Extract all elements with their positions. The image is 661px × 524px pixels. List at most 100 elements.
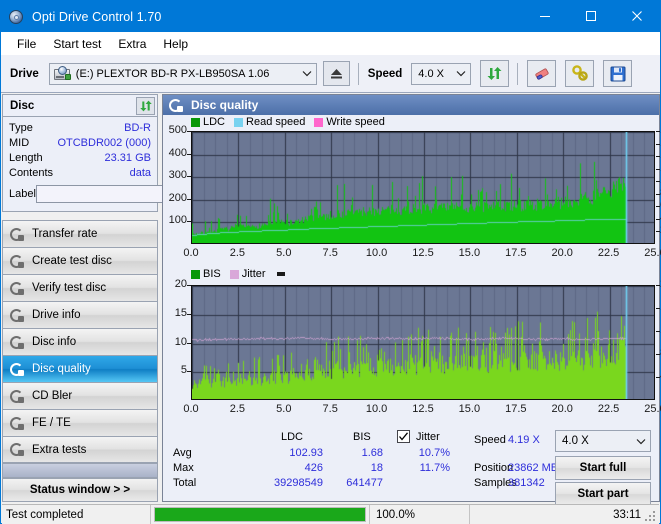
menu-item-help[interactable]: Help bbox=[155, 34, 197, 54]
y2-tick-mark bbox=[656, 181, 660, 182]
x-tick-label: 15.0 bbox=[458, 247, 481, 259]
legend-swatch-bis bbox=[191, 269, 200, 279]
sidebar-item-label: Disc info bbox=[32, 336, 77, 348]
x-tick-label: 10.0 bbox=[365, 247, 388, 259]
menu-bar: File Start test Extra Help bbox=[1, 32, 660, 55]
chevron-down-icon bbox=[452, 70, 470, 77]
ldc-chart-legend: LDC Read speed Write speed bbox=[191, 116, 390, 128]
stats-header-ldc: LDC bbox=[281, 431, 304, 443]
opti-drive-control-window: Opti Drive Control 1.70 File Start test … bbox=[0, 0, 661, 524]
disc-key-mid: MID bbox=[9, 136, 30, 149]
refresh-icon bbox=[487, 67, 502, 80]
speed-select-value: 4.0 X bbox=[418, 67, 444, 80]
speed-label: Speed bbox=[367, 67, 403, 80]
chevron-down-icon bbox=[632, 438, 650, 445]
sidebar-item-transfer-rate[interactable]: Transfer rate bbox=[2, 220, 158, 247]
x-tick-label: 7.5 bbox=[322, 403, 338, 415]
refresh-button[interactable] bbox=[480, 60, 510, 87]
resize-grip[interactable] bbox=[645, 511, 657, 523]
sidebar-item-label: Drive info bbox=[32, 309, 81, 321]
stats-row-label-avg: Avg bbox=[173, 447, 192, 459]
y2-tick-mark bbox=[656, 144, 660, 145]
close-icon[interactable] bbox=[614, 1, 660, 31]
stats-max-jitter: 11.7% bbox=[419, 462, 450, 474]
drive-select-value: (E:) PLEXTOR BD-R PX-LB950SA 1.06 bbox=[75, 67, 270, 80]
sidebar-item-cd-bler[interactable]: CD Bler bbox=[2, 382, 158, 409]
progress-bar-fill bbox=[155, 508, 365, 521]
stats-avg-jitter: 10.7% bbox=[418, 447, 450, 459]
sidebar-item-extra-tests[interactable]: Extra tests bbox=[2, 436, 158, 463]
y-tick-label: 100 bbox=[168, 214, 187, 227]
stats-total-bis: 641477 bbox=[346, 477, 383, 489]
y2-tick-mark bbox=[656, 194, 660, 195]
start-full-button[interactable]: Start full bbox=[555, 456, 651, 480]
stats-avg-bis: 1.68 bbox=[361, 447, 383, 459]
checkmark-icon bbox=[399, 432, 409, 441]
disc-key-label: Label bbox=[9, 188, 36, 200]
y2-tick-mark bbox=[656, 308, 660, 309]
start-part-button[interactable]: Start part bbox=[555, 482, 651, 506]
disc-value-type: BD-R bbox=[124, 121, 151, 134]
progress-percent: 100.0% bbox=[369, 504, 469, 524]
x-tick-label: 10.0 bbox=[365, 403, 388, 415]
y-tick-label: 300 bbox=[168, 169, 187, 182]
y-tick-mark bbox=[187, 154, 191, 155]
stats-max-ldc: 426 bbox=[304, 462, 323, 474]
jitter-checkbox[interactable] bbox=[397, 430, 410, 443]
ldc-plot-area bbox=[191, 131, 655, 244]
maximize-icon[interactable] bbox=[568, 1, 614, 31]
sidebar-item-label: Create test disc bbox=[32, 255, 112, 267]
sidebar-item-label: Disc quality bbox=[32, 363, 91, 375]
stats-speed-label: Speed bbox=[474, 434, 506, 446]
sidebar-item-fe-te[interactable]: FE / TE bbox=[2, 409, 158, 436]
sidebar-item-verify-test-disc[interactable]: Verify test disc bbox=[2, 274, 158, 301]
menu-item-extra[interactable]: Extra bbox=[110, 34, 155, 54]
disc-key-length: Length bbox=[9, 151, 43, 164]
x-tick-label: 0.0 bbox=[183, 247, 199, 259]
legend-entry-read-speed: Read speed bbox=[234, 116, 305, 128]
tools-button[interactable] bbox=[565, 60, 595, 87]
elapsed-time: 33:11 bbox=[469, 504, 659, 524]
status-window-button[interactable]: Status window > > bbox=[2, 478, 158, 502]
progress-cell bbox=[151, 505, 369, 524]
erase-button[interactable] bbox=[527, 60, 557, 87]
disc-panel-body: Type BD-R MID OTCBDR002 (000) Length 23.… bbox=[2, 117, 240, 212]
x-tick-label: 12.5 bbox=[412, 403, 434, 415]
sidebar-item-disc-info[interactable]: Disc info bbox=[2, 328, 158, 355]
x-tick-label: 17.5 bbox=[505, 403, 527, 415]
y2-tick-mark bbox=[656, 354, 660, 355]
x-tick-label: 12.5 bbox=[412, 247, 434, 259]
menu-item-start-test[interactable]: Start test bbox=[45, 34, 110, 54]
eject-button[interactable] bbox=[322, 61, 350, 86]
stats-avg-ldc: 102.93 bbox=[289, 447, 323, 459]
sidebar-item-create-test-disc[interactable]: Create test disc bbox=[2, 247, 158, 274]
x-tick-label: 17.5 bbox=[505, 247, 527, 259]
disc-row-mid: MID OTCBDR002 (000) bbox=[9, 135, 151, 150]
y2-tick-mark bbox=[656, 231, 660, 232]
disc-key-contents: Contents bbox=[9, 166, 54, 179]
y-tick-mark bbox=[187, 343, 191, 344]
x-tick-label: 7.5 bbox=[322, 247, 338, 259]
bis-chart: BIS Jitter 51015204%8%12%16%20%0.02.55.0… bbox=[163, 267, 661, 425]
disc-row-label: Label bbox=[9, 182, 240, 206]
drive-label: Drive bbox=[10, 67, 39, 80]
x-tick-label: 22.5 bbox=[597, 403, 620, 415]
stats-panel: LDC BIS Jitter Avg 102.93 1.68 10.7% Max… bbox=[163, 428, 659, 506]
disc-row-length: Length 23.31 GB bbox=[9, 150, 151, 165]
save-button[interactable] bbox=[603, 60, 633, 87]
minimize-icon[interactable] bbox=[522, 1, 568, 31]
test-speed-select[interactable]: 4.0 X bbox=[555, 430, 651, 452]
x-tick-label: 5.0 bbox=[276, 403, 292, 415]
speed-select[interactable]: 4.0 X bbox=[411, 62, 472, 85]
title-bar: Opti Drive Control 1.70 bbox=[1, 1, 660, 32]
y-tick-mark bbox=[187, 314, 191, 315]
y-tick-mark bbox=[187, 285, 191, 286]
x-tick-label: 2.5 bbox=[229, 247, 246, 259]
menu-item-file[interactable]: File bbox=[9, 34, 45, 54]
disc-refresh-button[interactable] bbox=[136, 96, 155, 115]
sidebar-item-label: CD Bler bbox=[32, 390, 73, 402]
sidebar-item-drive-info[interactable]: Drive info bbox=[2, 301, 158, 328]
drive-select[interactable]: (E:) PLEXTOR BD-R PX-LB950SA 1.06 bbox=[48, 62, 317, 85]
sidebar-item-disc-quality[interactable]: Disc quality bbox=[2, 355, 158, 382]
x-tick-label: 0.0 bbox=[183, 403, 199, 415]
